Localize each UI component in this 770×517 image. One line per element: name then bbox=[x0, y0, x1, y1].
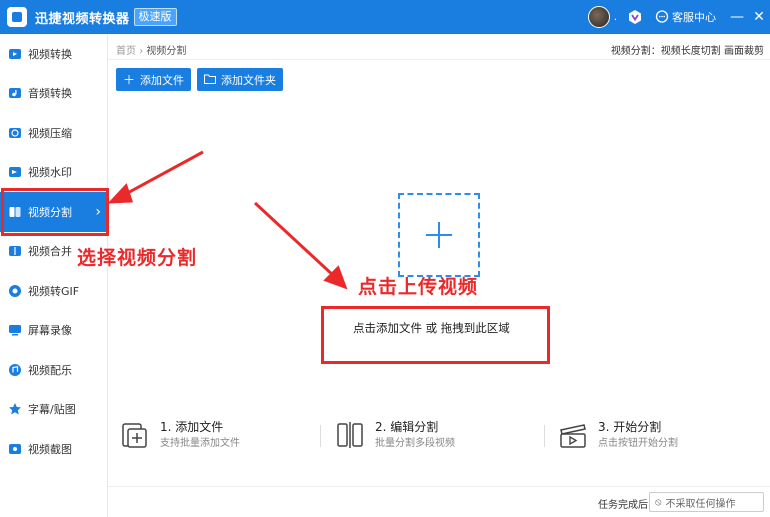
annotation-arrows bbox=[107, 150, 348, 290]
arrow-head-sidebar bbox=[107, 183, 134, 204]
arrow-line-upload bbox=[253, 201, 337, 279]
arrow-line-sidebar bbox=[121, 150, 204, 198]
